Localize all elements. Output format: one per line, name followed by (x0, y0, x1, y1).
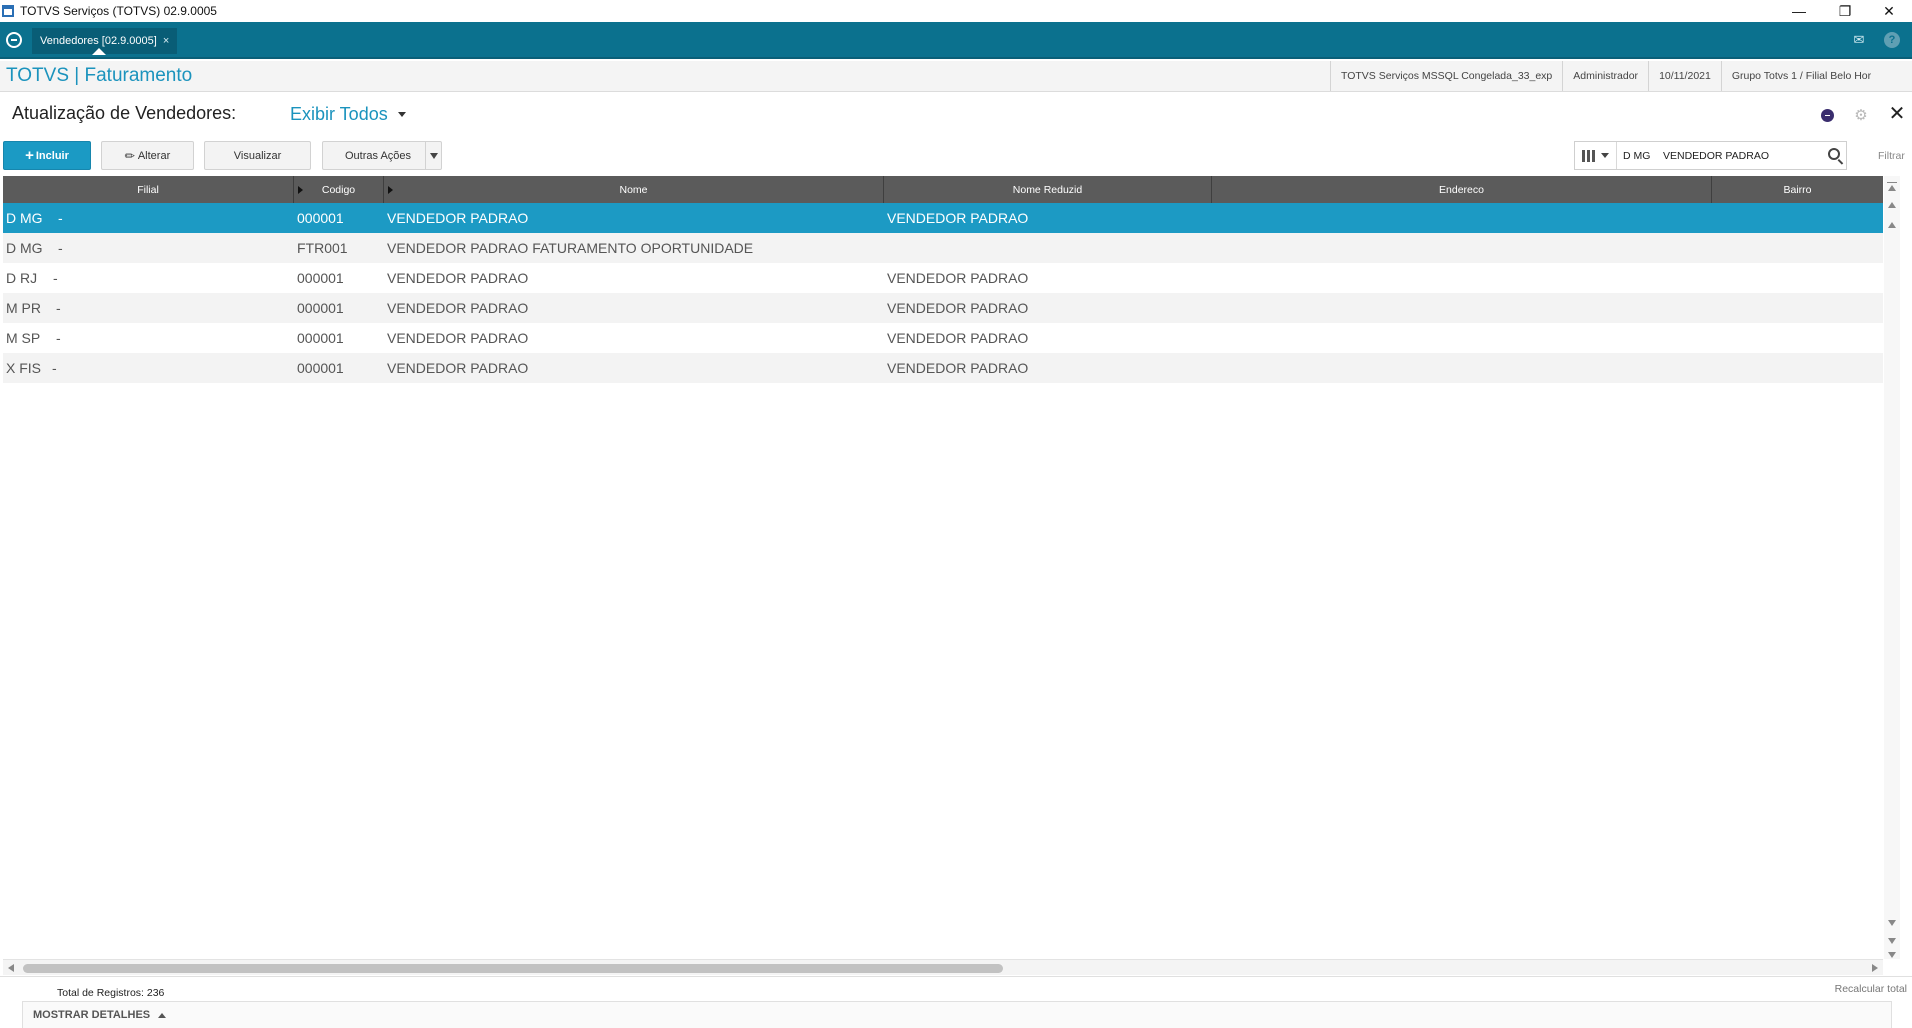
outras-acoes-button[interactable]: Outras Ações (322, 141, 442, 170)
scroll-page-up-icon[interactable] (1888, 202, 1896, 208)
search-icon[interactable] (1828, 148, 1840, 160)
view-filter-label: Exibir Todos (290, 104, 388, 124)
visualizar-button[interactable]: Visualizar (204, 141, 311, 170)
grid-rows: D MG - 000001 VENDEDOR PADRAO VENDEDOR P… (3, 203, 1883, 383)
horizontal-scrollbar[interactable] (3, 959, 1883, 975)
table-row[interactable]: D MG - FTR001 VENDEDOR PADRAO FATURAMENT… (3, 233, 1883, 263)
chevron-down-icon (397, 112, 406, 117)
horizontal-scroll-thumb[interactable] (23, 964, 1003, 973)
restore-button[interactable]: ❐ (1822, 0, 1868, 22)
tab-close-icon[interactable]: × (163, 35, 169, 47)
tab-vendedores[interactable]: Vendedores [02.9.0005] × (32, 28, 178, 55)
sort-arrow-icon (388, 186, 393, 194)
mostrar-detalhes-button[interactable]: MOSTRAR DETALHES (22, 1001, 1892, 1028)
view-filter-dropdown[interactable]: Exibir Todos (290, 104, 406, 125)
mail-icon[interactable]: ✉ (1850, 32, 1868, 48)
column-header-nome[interactable]: Nome (384, 176, 884, 203)
column-header-codigo[interactable]: Codigo (294, 176, 384, 203)
chevron-down-icon (1601, 153, 1609, 158)
column-header-nome-reduzid[interactable]: Nome Reduzid (884, 176, 1212, 203)
sort-arrow-icon (298, 186, 303, 194)
gear-icon[interactable]: ⚙ (1852, 106, 1870, 124)
scroll-down-icon[interactable] (1888, 920, 1896, 926)
totvs-logo-icon[interactable] (6, 32, 22, 48)
data-grid: Filial Codigo Nome Nome Reduzid Endereco… (3, 176, 1883, 959)
outras-acoes-label: Outras Ações (345, 149, 412, 162)
incluir-label: Incluir (35, 149, 69, 162)
plus-icon: + (25, 147, 34, 164)
scroll-bottom-icon[interactable] (1888, 952, 1896, 958)
column-header-filial[interactable]: Filial (3, 176, 294, 203)
active-tab-indicator (92, 48, 106, 55)
scroll-left-icon[interactable] (8, 964, 14, 972)
column-header-endereco[interactable]: Endereco (1212, 176, 1712, 203)
chevron-down-icon (429, 152, 438, 159)
tab-label: Vendedores [02.9.0005] (40, 35, 157, 47)
close-browse-icon[interactable]: ✕ (1888, 103, 1906, 125)
scroll-top-icon[interactable] (1888, 185, 1896, 191)
outras-acoes-dropdown[interactable] (425, 142, 441, 169)
table-row[interactable]: D MG - 000001 VENDEDOR PADRAO VENDEDOR P… (3, 203, 1883, 233)
recalcular-total-link[interactable]: Recalcular total (1835, 983, 1907, 995)
mostrar-detalhes-label: MOSTRAR DETALHES (33, 1009, 151, 1021)
grid-header: Filial Codigo Nome Nome Reduzid Endereco… (3, 176, 1883, 203)
scroll-page-down-icon[interactable] (1888, 938, 1896, 944)
footer: Total de Registros: 236 Recalcular total… (0, 976, 1912, 1028)
table-row[interactable]: X FIS - 000001 VENDEDOR PADRAO VENDEDOR … (3, 353, 1883, 383)
window-titlebar: TOTVS Serviços (TOTVS) 02.9.0005 — ❐ ✕ (0, 0, 1912, 22)
table-row[interactable]: D RJ - 000001 VENDEDOR PADRAO VENDEDOR P… (3, 263, 1883, 293)
search-box: D MG (1574, 141, 1847, 170)
window-close-button[interactable]: ✕ (1866, 0, 1912, 22)
table-row[interactable]: M SP - 000001 VENDEDOR PADRAO VENDEDOR P… (3, 323, 1883, 353)
scroll-top-bar (1887, 182, 1897, 183)
filtrar-link[interactable]: Filtrar (1878, 150, 1905, 162)
page-title: Atualização de Vendedores: (12, 103, 237, 123)
window-title: TOTVS Serviços (TOTVS) 02.9.0005 (20, 4, 217, 18)
minimize-button[interactable]: — (1776, 0, 1822, 22)
vertical-scrollbar[interactable] (1884, 176, 1900, 959)
app-window-icon (2, 5, 14, 17)
alterar-label: Alterar (137, 149, 171, 162)
status-circle-icon[interactable] (1818, 106, 1836, 124)
column-header-bairro[interactable]: Bairro (1712, 176, 1883, 203)
total-records: Total de Registros: 236 (57, 987, 165, 999)
scroll-right-icon[interactable] (1872, 964, 1878, 972)
help-icon[interactable]: ? (1884, 32, 1900, 48)
user-label: Administrador (1562, 61, 1648, 91)
date-label: 10/11/2021 (1648, 61, 1721, 91)
table-row[interactable]: M PR - 000001 VENDEDOR PADRAO VENDEDOR P… (3, 293, 1883, 323)
column-selector[interactable] (1575, 142, 1617, 169)
columns-icon (1582, 149, 1595, 162)
alterar-button[interactable]: ✎ Alterar (101, 141, 194, 170)
module-header: TOTVS | Faturamento TOTVS Serviços MSSQL… (0, 61, 1912, 92)
incluir-button[interactable]: + Incluir (3, 141, 91, 170)
scroll-up-icon[interactable] (1888, 222, 1896, 228)
session-info: TOTVS Serviços MSSQL Congelada_33_exp Ad… (1330, 61, 1881, 91)
search-filial: D MG (1623, 149, 1651, 162)
environment-label: TOTVS Serviços MSSQL Congelada_33_exp (1330, 61, 1562, 91)
module-title: TOTVS | Faturamento (6, 65, 193, 86)
pencil-icon: ✎ (121, 146, 139, 165)
search-input[interactable] (1663, 149, 1823, 162)
tab-strip: Vendedores [02.9.0005] × ✉ ? (0, 22, 1912, 59)
branch-label: Grupo Totvs 1 / Filial Belo Hor (1720, 61, 1881, 91)
visualizar-label: Visualizar (233, 149, 282, 162)
chevron-up-icon (158, 1012, 167, 1018)
